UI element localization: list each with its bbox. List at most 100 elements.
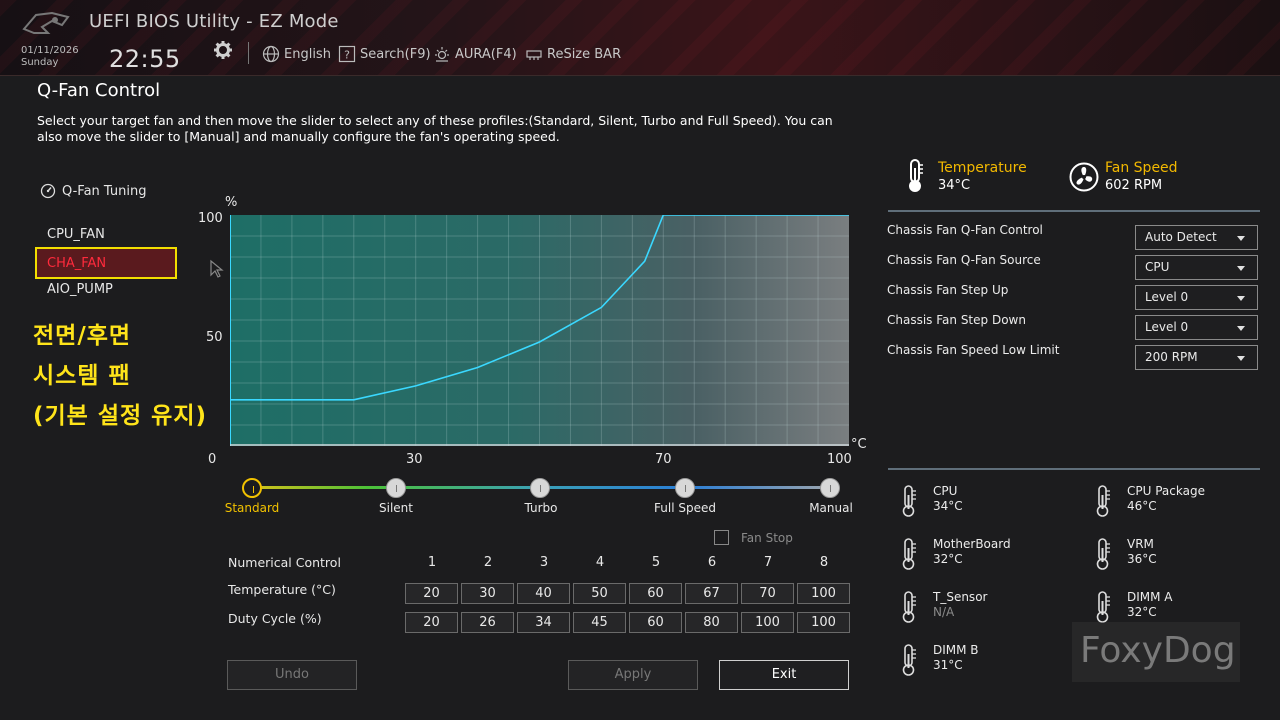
search-icon: ? <box>338 45 356 63</box>
fan-item-cha-fan-label: CHA_FAN <box>47 256 107 271</box>
slider-label-standard[interactable]: Standard <box>202 501 302 515</box>
qfan-control-dropdown[interactable]: Auto Detect <box>1135 225 1258 250</box>
apply-button[interactable]: Apply <box>568 660 698 690</box>
chevron-down-icon <box>1237 356 1245 361</box>
qfan-tuning-button[interactable]: Q-Fan Tuning <box>40 183 146 199</box>
temperature-cell[interactable]: 67 <box>685 583 738 604</box>
mouse-cursor-icon <box>210 259 224 278</box>
watermark: FoxyDog <box>1072 622 1240 682</box>
setting-label-qfan-control: Chassis Fan Q-Fan Control <box>887 223 1043 237</box>
sensor-value: 34°C <box>933 499 963 513</box>
sensor-value: 31°C <box>933 658 963 672</box>
thermometer-icon <box>909 159 923 192</box>
fan-item-aio-pump[interactable]: AIO_PUMP <box>47 282 113 297</box>
column-header: 4 <box>595 555 605 570</box>
fan-item-cpu-fan[interactable]: CPU_FAN <box>47 227 105 242</box>
fan-speed-title: Fan Speed <box>1105 160 1178 176</box>
step-up-dropdown[interactable]: Level 0 <box>1135 285 1258 310</box>
sensor-name: MotherBoard <box>933 537 1011 551</box>
fan-speed-value: 602 RPM <box>1105 178 1163 193</box>
duty-cycle-row-label: Duty Cycle (%) <box>228 611 322 626</box>
chart-x-tick-100: 100 <box>827 452 852 467</box>
chart-y-unit: % <box>225 195 238 210</box>
search-button[interactable]: ? Search(F9) <box>338 45 431 63</box>
duty-cycle-cell[interactable]: 80 <box>685 612 738 633</box>
temperature-title: Temperature <box>938 160 1027 176</box>
duty-cycle-cell[interactable]: 20 <box>405 612 458 633</box>
temperature-cell[interactable]: 60 <box>629 583 682 604</box>
duty-cycle-cell[interactable]: 26 <box>461 612 514 633</box>
thermometer-icon <box>902 591 916 623</box>
header-divider <box>248 42 249 64</box>
thermometer-icon <box>1096 538 1110 570</box>
fan-icon <box>1069 162 1099 192</box>
page-description: Select your target fan and then move the… <box>37 113 833 144</box>
speed-low-limit-dropdown[interactable]: 200 RPM <box>1135 345 1258 370</box>
column-header: 3 <box>539 555 549 570</box>
exit-button[interactable]: Exit <box>719 660 849 690</box>
qfan-source-dropdown[interactable]: CPU <box>1135 255 1258 280</box>
resize-bar-button[interactable]: ReSize BAR <box>525 45 621 63</box>
aura-button[interactable]: AURA(F4) <box>433 45 517 63</box>
date-display: 01/11/2026 Sunday <box>21 45 79 69</box>
thermometer-icon <box>1096 591 1110 623</box>
language-button[interactable]: English <box>262 45 331 63</box>
day-text: Sunday <box>21 57 59 68</box>
sensor-value: 32°C <box>933 552 963 566</box>
sensor-name: CPU Package <box>1127 484 1205 498</box>
duty-cycle-cell[interactable]: 60 <box>629 612 682 633</box>
annotation-line-1: 전면/후면 <box>33 323 132 349</box>
temperature-value: 34°C <box>938 178 971 193</box>
slider-knob-standard[interactable] <box>242 478 262 498</box>
step-down-dropdown[interactable]: Level 0 <box>1135 315 1258 340</box>
rog-logo-icon <box>22 11 70 34</box>
chart-x-tick-30: 30 <box>406 452 423 467</box>
setting-label-qfan-source: Chassis Fan Q-Fan Source <box>887 253 1041 267</box>
temperature-cell[interactable]: 70 <box>741 583 794 604</box>
slider-knob-silent[interactable] <box>386 478 406 498</box>
chevron-down-icon <box>1237 296 1245 301</box>
slider-label-manual[interactable]: Manual <box>781 501 881 515</box>
chart-grid <box>230 215 849 446</box>
thermometer-icon <box>902 485 916 517</box>
temperature-cell[interactable]: 30 <box>461 583 514 604</box>
slider-label-full-speed[interactable]: Full Speed <box>635 501 735 515</box>
column-header: 5 <box>651 555 661 570</box>
gear-icon[interactable] <box>213 40 233 60</box>
chart-y-tick-100: 100 <box>198 211 223 226</box>
step-down-value: Level 0 <box>1145 320 1189 334</box>
duty-cycle-cell[interactable]: 100 <box>741 612 794 633</box>
svg-text:?: ? <box>344 49 350 62</box>
fan-curve-chart[interactable] <box>230 215 849 446</box>
fan-stop-label: Fan Stop <box>741 531 793 545</box>
setting-label-step-down: Chassis Fan Step Down <box>887 313 1026 327</box>
clock-display: 22:55 <box>109 45 181 73</box>
column-header: 7 <box>763 555 773 570</box>
fan-item-cha-fan-selected[interactable]: CHA_FAN <box>35 247 177 279</box>
slider-knob-manual[interactable] <box>820 478 840 498</box>
globe-icon <box>262 45 280 63</box>
temperature-cell[interactable]: 20 <box>405 583 458 604</box>
temperature-cell[interactable]: 40 <box>517 583 570 604</box>
annotation-line-3: (기본 설정 유지) <box>33 403 207 429</box>
slider-knob-turbo[interactable] <box>530 478 550 498</box>
duty-cycle-cell[interactable]: 45 <box>573 612 626 633</box>
undo-button[interactable]: Undo <box>227 660 357 690</box>
temperature-cell[interactable]: 50 <box>573 583 626 604</box>
duty-cycle-cell[interactable]: 100 <box>797 612 850 633</box>
column-header: 2 <box>483 555 493 570</box>
aura-label: AURA(F4) <box>455 46 517 62</box>
temperature-row-label: Temperature (°C) <box>228 582 336 597</box>
chart-x-tick-70: 70 <box>655 452 672 467</box>
slider-label-silent[interactable]: Silent <box>346 501 446 515</box>
column-header: 6 <box>707 555 717 570</box>
temperature-cell[interactable]: 100 <box>797 583 850 604</box>
duty-cycle-cell[interactable]: 34 <box>517 612 570 633</box>
app-title: UEFI BIOS Utility - EZ Mode <box>89 11 339 32</box>
divider-top <box>888 210 1260 212</box>
slider-label-turbo[interactable]: Turbo <box>491 501 591 515</box>
annotation-line-2: 시스템 팬 <box>33 363 131 389</box>
fan-stop-checkbox[interactable] <box>714 530 729 545</box>
divider-bottom <box>888 468 1260 470</box>
slider-knob-full-speed[interactable] <box>675 478 695 498</box>
